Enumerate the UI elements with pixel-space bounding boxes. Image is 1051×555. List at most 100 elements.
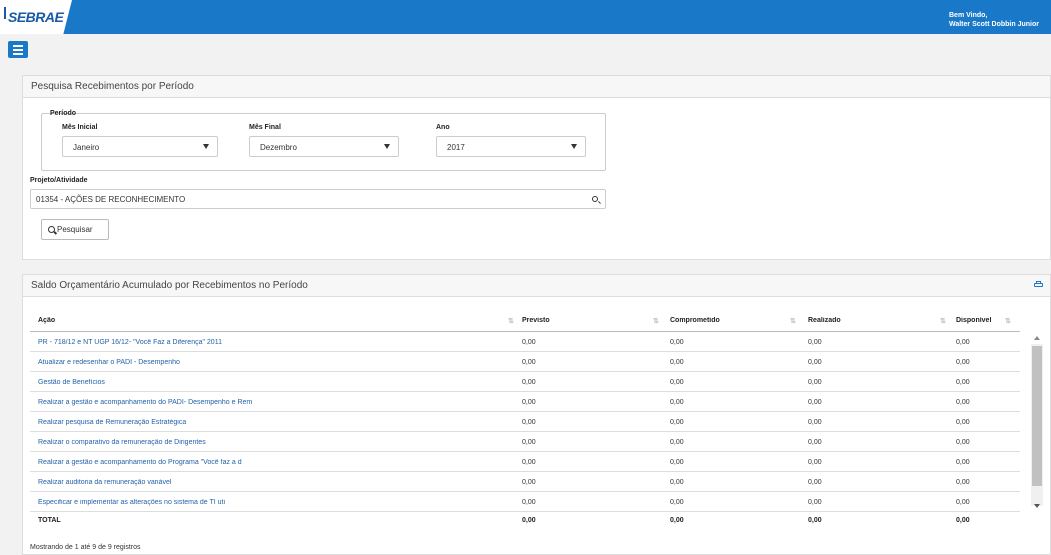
ano-select[interactable]: 2017 [436,136,586,157]
search-icon [48,226,55,233]
row-acao-link[interactable]: Realizar o comparativo da remuneração de… [38,439,498,446]
ano-label: Ano [436,124,450,131]
row-comprometido: 0,00 [670,499,684,506]
row-previsto: 0,00 [522,399,536,406]
col-previsto-header[interactable]: Previsto [522,317,550,324]
row-realizado: 0,00 [808,439,822,446]
mes-inicial-value: Janeiro [73,143,100,152]
row-realizado: 0,00 [808,339,822,346]
row-comprometido: 0,00 [670,379,684,386]
table-row: PR - 718/12 e NT UGP 16/12- "Você Faz a … [30,332,1020,352]
ano-value: 2017 [447,143,465,152]
total-realizado: 0,00 [808,517,822,524]
logo-mark [4,7,6,19]
row-realizado: 0,00 [808,399,822,406]
welcome-user-name: Walter Scott Dobbin Junior [949,21,1039,28]
search-panel-title: Pesquisa Recebimentos por Período [23,76,1050,98]
table-row: Realizar a gestão e acompanhamento do PA… [30,392,1020,412]
row-comprometido: 0,00 [670,399,684,406]
row-comprometido: 0,00 [670,459,684,466]
row-previsto: 0,00 [522,359,536,366]
results-panel-title: Saldo Orçamentário Acumulado por Recebim… [23,275,1050,297]
mes-inicial-select[interactable]: Janeiro [62,136,218,157]
period-legend: Período [50,110,77,117]
table-header-row: Ação ⇅ Previsto ⇅ Comprometido ⇅ Realiza… [30,310,1020,332]
welcome-message: Bem Vindo, Walter Scott Dobbin Junior [949,11,1049,29]
welcome-greeting: Bem Vindo, [949,12,988,19]
projeto-value: 01354 - AÇÕES DE RECONHECIMENTO [36,195,186,204]
sort-icon[interactable]: ⇅ [940,317,946,325]
pesquisar-button[interactable]: Pesquisar [41,219,109,240]
sort-icon[interactable]: ⇅ [508,317,514,325]
row-previsto: 0,00 [522,499,536,506]
row-realizado: 0,00 [808,479,822,486]
pesquisar-label: Pesquisar [57,225,93,234]
row-disponivel: 0,00 [956,439,970,446]
row-disponivel: 0,00 [956,379,970,386]
row-realizado: 0,00 [808,459,822,466]
row-acao-link[interactable]: Atualizar e redesenhar o PADI - Desempen… [38,359,498,366]
row-comprometido: 0,00 [670,419,684,426]
table-scrollbar[interactable] [1031,332,1043,516]
sebrae-logo: SEBRAE [8,9,64,25]
total-comprometido: 0,00 [670,517,684,524]
row-previsto: 0,00 [522,459,536,466]
col-realizado-header[interactable]: Realizado [808,317,841,324]
mes-final-label: Mês Final [249,124,281,131]
projeto-input[interactable]: 01354 - AÇÕES DE RECONHECIMENTO [30,189,606,209]
table-row: Gestão de Benefícios 0,00 0,00 0,00 0,00 [30,372,1020,392]
row-acao-link[interactable]: Realizar pesquisa de Remuneração Estraté… [38,419,498,426]
row-disponivel: 0,00 [956,459,970,466]
row-disponivel: 0,00 [956,479,970,486]
mes-final-select[interactable]: Dezembro [249,136,399,157]
row-disponivel: 0,00 [956,339,970,346]
row-comprometido: 0,00 [670,359,684,366]
menu-icon-line [13,49,23,51]
projeto-label: Projeto/Atividade [30,177,88,184]
search-icon[interactable] [592,196,598,202]
chevron-down-icon [384,144,390,149]
row-acao-link[interactable]: Especificar e implementar as alterações … [38,499,498,506]
scrollbar-thumb[interactable] [1032,346,1042,486]
row-acao-link[interactable]: Realizar auditoria da remuneração variáv… [38,479,498,486]
row-realizado: 0,00 [808,359,822,366]
row-realizado: 0,00 [808,379,822,386]
mes-inicial-label: Mês Inicial [62,124,98,131]
row-disponivel: 0,00 [956,399,970,406]
print-icon[interactable] [1034,281,1043,289]
row-acao-link[interactable]: PR - 718/12 e NT UGP 16/12- "Você Faz a … [38,339,498,346]
row-previsto: 0,00 [522,379,536,386]
row-acao-link[interactable]: Realizar a gestão e acompanhamento do PA… [38,399,498,406]
row-disponivel: 0,00 [956,359,970,366]
pagination-info: Mostrando de 1 até 9 de 9 registros [30,544,141,551]
row-realizado: 0,00 [808,499,822,506]
table-row: Realizar a gestão e acompanhamento do Pr… [30,452,1020,472]
row-disponivel: 0,00 [956,499,970,506]
total-disponivel: 0,00 [956,517,970,524]
total-label: TOTAL [38,517,61,524]
col-comprometido-header[interactable]: Comprometido [670,317,720,324]
row-previsto: 0,00 [522,479,536,486]
menu-icon-line [13,53,23,55]
col-acao-header[interactable]: Ação [38,317,498,324]
sort-icon[interactable]: ⇅ [653,317,659,325]
scroll-up-arrow-icon[interactable] [1034,336,1040,340]
sort-icon[interactable]: ⇅ [790,317,796,325]
total-previsto: 0,00 [522,517,536,524]
table-total-row: TOTAL 0,00 0,00 0,00 0,00 [30,510,1020,530]
mes-final-value: Dezembro [260,143,297,152]
row-previsto: 0,00 [522,339,536,346]
menu-icon-line [13,45,23,47]
table-row: Realizar pesquisa de Remuneração Estraté… [30,412,1020,432]
row-previsto: 0,00 [522,419,536,426]
scroll-down-arrow-icon[interactable] [1034,504,1040,508]
row-acao-link[interactable]: Gestão de Benefícios [38,379,498,386]
hamburger-menu-button[interactable] [8,41,28,58]
logo-area: SEBRAE [0,0,72,34]
table-row: Especificar e implementar as alterações … [30,492,1020,512]
col-disponivel-header[interactable]: Disponível [956,317,991,324]
sort-icon[interactable]: ⇅ [1005,317,1011,325]
row-acao-link[interactable]: Realizar a gestão e acompanhamento do Pr… [38,459,498,466]
table-row: Atualizar e redesenhar o PADI - Desempen… [30,352,1020,372]
chevron-down-icon [203,144,209,149]
